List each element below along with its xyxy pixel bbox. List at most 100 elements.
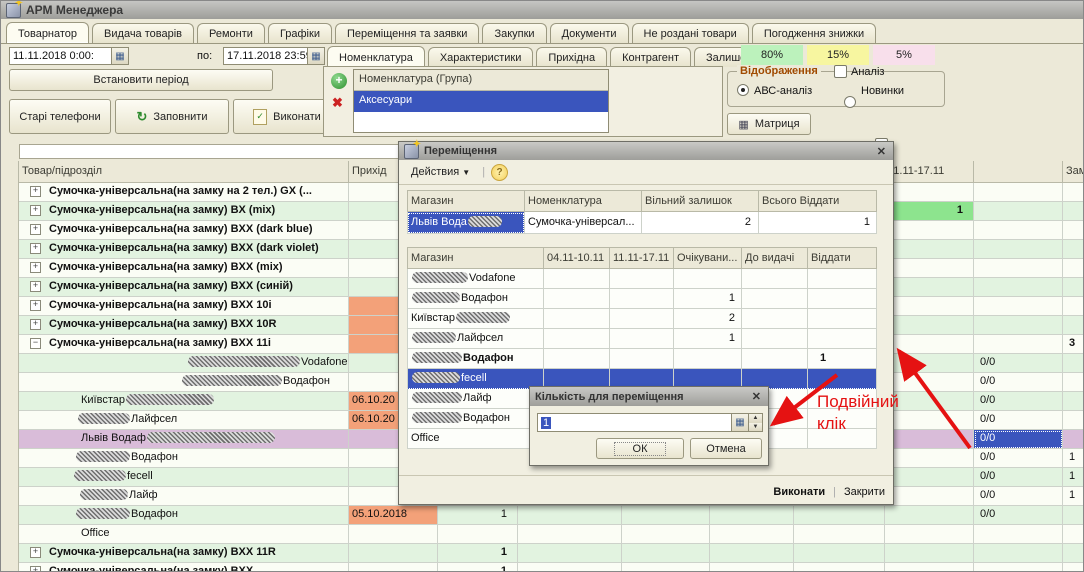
grid-cell-c3[interactable] xyxy=(518,506,622,525)
column-header-vid[interactable] xyxy=(974,161,1063,183)
grid-cell-name[interactable]: Лайф xyxy=(19,487,349,506)
help-icon[interactable]: ? xyxy=(491,164,508,181)
column-header-zam[interactable]: Зам xyxy=(1063,161,1084,183)
grid-cell-vid[interactable]: 0/0 xyxy=(974,373,1063,392)
shops-cell-shop[interactable]: Київстар xyxy=(407,309,544,329)
grid-cell-week[interactable] xyxy=(885,278,974,297)
grid-cell-c6[interactable] xyxy=(794,563,885,572)
grid-cell-name[interactable]: +Сумочка-універсальна(на замку) BXX 11R xyxy=(19,544,349,563)
summary-cell-shop[interactable]: Львів Вода xyxy=(407,212,525,234)
grid-cell-vid[interactable]: 0/0 xyxy=(974,430,1063,449)
shops-cell-ochik[interactable] xyxy=(674,349,742,369)
shops-cell-p2[interactable] xyxy=(610,329,674,349)
grid-cell-zam[interactable] xyxy=(1063,411,1084,430)
grid-cell-c2[interactable]: 1 xyxy=(438,544,518,563)
grid-cell-zam[interactable] xyxy=(1063,373,1084,392)
shops-cell-vid[interactable] xyxy=(808,309,877,329)
summary-cell-free[interactable]: 2 xyxy=(642,212,759,234)
grid-cell-prihid[interactable]: 05.10.2018 xyxy=(349,506,438,525)
expand-icon[interactable]: + xyxy=(30,319,41,330)
grid-cell-vid[interactable]: 0/0 xyxy=(974,468,1063,487)
movement-close-button[interactable]: Закрити xyxy=(844,486,885,498)
grid-cell-c3[interactable] xyxy=(518,563,622,572)
expand-icon[interactable]: + xyxy=(30,205,41,216)
grid-cell-name[interactable]: +Сумочка-універсальна(на замку) BXX 10R xyxy=(19,316,349,335)
grid-cell-zam[interactable] xyxy=(1063,430,1084,449)
grid-cell-c2[interactable]: 1 xyxy=(438,563,518,572)
collapse-icon[interactable]: − xyxy=(30,338,41,349)
shops-cell-p1[interactable] xyxy=(544,269,610,289)
grid-cell-vid[interactable] xyxy=(974,297,1063,316)
grid-cell-c5[interactable] xyxy=(710,544,794,563)
grid-cell-name[interactable]: +Сумочка-універсальна(на замку) BX (mix) xyxy=(19,202,349,221)
grid-cell-week[interactable] xyxy=(885,297,974,316)
summary-cell-nomen[interactable]: Сумочка-універсал... xyxy=(525,212,642,234)
shops-cell-ochik[interactable]: 2 xyxy=(674,309,742,329)
quantity-input[interactable]: 1 ▦ ▲▼ xyxy=(537,413,763,432)
grid-cell-c2[interactable] xyxy=(438,525,518,544)
shops-cell-ochik[interactable] xyxy=(674,269,742,289)
grid-cell-vid[interactable] xyxy=(974,259,1063,278)
shops-cell-dov[interactable] xyxy=(742,329,808,349)
summary-header[interactable]: Всього Віддати xyxy=(759,190,877,212)
shops-cell-ochik[interactable]: 1 xyxy=(674,329,742,349)
shops-cell-dov[interactable] xyxy=(742,349,808,369)
expand-icon[interactable]: + xyxy=(30,281,41,292)
grid-cell-vid[interactable]: 0/0 xyxy=(974,354,1063,373)
movement-execute-button[interactable]: Виконати xyxy=(773,486,825,498)
quantity-stepper[interactable]: ▲▼ xyxy=(748,414,762,431)
shops-cell-p1[interactable] xyxy=(544,309,610,329)
grid-cell-week[interactable] xyxy=(885,240,974,259)
grid-cell-c6[interactable] xyxy=(794,544,885,563)
grid-cell-vid[interactable] xyxy=(974,202,1063,221)
shops-cell-p2[interactable] xyxy=(610,289,674,309)
grid-cell-name[interactable]: Львів Водаф xyxy=(19,430,349,449)
grid-cell-vid[interactable] xyxy=(974,525,1063,544)
grid-cell-week[interactable] xyxy=(885,335,974,354)
shops-cell-shop[interactable]: Водафон xyxy=(407,409,544,429)
grid-cell-week[interactable] xyxy=(885,487,974,506)
grid-cell-name[interactable]: −Сумочка-універсальна(на замку) BXX 11i xyxy=(19,335,349,354)
actions-menu[interactable]: Действия ▼ xyxy=(405,164,476,180)
grid-cell-c5[interactable] xyxy=(710,506,794,525)
expand-icon[interactable]: + xyxy=(30,186,41,197)
grid-cell-name[interactable]: Vodafone xyxy=(19,354,349,373)
shops-cell-ochik[interactable]: 1 xyxy=(674,289,742,309)
grid-cell-zam[interactable]: 1 xyxy=(1063,487,1084,506)
shops-cell-shop[interactable]: Лайф xyxy=(407,389,544,409)
grid-cell-vid[interactable]: 0/0 xyxy=(974,487,1063,506)
grid-cell-zam[interactable] xyxy=(1063,240,1084,259)
grid-cell-zam[interactable] xyxy=(1063,278,1084,297)
grid-cell-name[interactable]: Office xyxy=(19,525,349,544)
shops-cell-shop[interactable]: Водафон xyxy=(407,349,544,369)
grid-cell-vid[interactable] xyxy=(974,335,1063,354)
grid-cell-zam[interactable]: 1 xyxy=(1063,468,1084,487)
calculator-icon[interactable]: ▦ xyxy=(731,414,748,431)
grid-cell-zam[interactable] xyxy=(1063,506,1084,525)
shops-cell-p1[interactable] xyxy=(544,349,610,369)
expand-icon[interactable]: + xyxy=(30,566,41,572)
grid-cell-week[interactable] xyxy=(885,354,974,373)
grid-cell-week[interactable] xyxy=(885,316,974,335)
grid-cell-week[interactable] xyxy=(885,525,974,544)
summary-header[interactable]: Вільний залишок xyxy=(642,190,759,212)
grid-cell-name[interactable]: fecell xyxy=(19,468,349,487)
grid-cell-week[interactable] xyxy=(885,544,974,563)
shops-cell-p1[interactable] xyxy=(544,329,610,349)
grid-cell-zam[interactable] xyxy=(1063,563,1084,572)
grid-cell-name[interactable]: Водафон xyxy=(19,506,349,525)
shops-cell-shop[interactable]: Водафон xyxy=(407,289,544,309)
grid-cell-week[interactable] xyxy=(885,259,974,278)
expand-icon[interactable]: + xyxy=(30,243,41,254)
grid-cell-c5[interactable] xyxy=(710,525,794,544)
grid-cell-vid[interactable] xyxy=(974,563,1063,572)
shops-cell-dov[interactable] xyxy=(742,269,808,289)
grid-cell-c2[interactable]: 1 xyxy=(438,506,518,525)
grid-cell-c4[interactable] xyxy=(622,563,710,572)
grid-cell-name[interactable]: Лайфсел xyxy=(19,411,349,430)
expand-icon[interactable]: + xyxy=(30,262,41,273)
quantity-dialog-titlebar[interactable]: Кількість для переміщення ✕ xyxy=(530,387,768,406)
shops-header[interactable]: До видачі xyxy=(742,247,808,269)
grid-cell-week[interactable] xyxy=(885,183,974,202)
grid-cell-vid[interactable]: 0/0 xyxy=(974,449,1063,468)
